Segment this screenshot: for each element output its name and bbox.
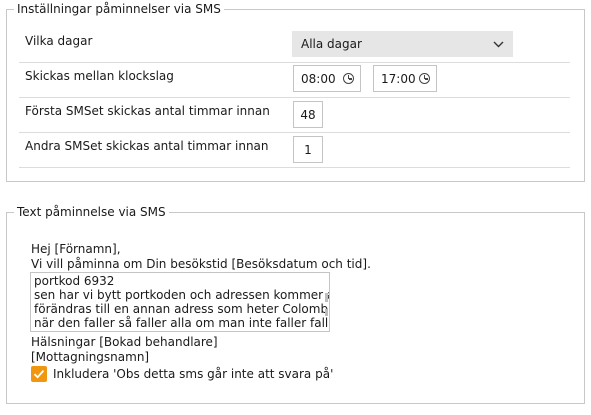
include-note-checkbox[interactable] (31, 366, 47, 382)
greeting-text: Hej [Förnamn], (31, 242, 121, 256)
sms-text-legend: Text påminnelse via SMS (14, 205, 169, 219)
time-to-value: 17:00 (381, 71, 416, 86)
clock-icon[interactable] (419, 73, 430, 84)
regards-text: Hälsningar [Bokad behandlare] (31, 335, 218, 349)
days-select[interactable]: Alla dagar (292, 31, 513, 57)
time-to-picker[interactable]: 17:00 (373, 65, 437, 92)
checkmark-icon (33, 370, 45, 379)
chevron-down-icon (493, 37, 504, 51)
row-divider (19, 167, 570, 168)
intro-text: Vi vill påminna om Din besökstid [Besöks… (31, 257, 371, 271)
scrollbar[interactable] (325, 309, 328, 316)
time-from-value: 08:00 (301, 71, 336, 86)
second-sms-label: Andra SMSet skickas antal timmar innan (25, 139, 269, 153)
scrollbar[interactable] (325, 293, 328, 302)
first-sms-hours-input[interactable]: 48 (293, 101, 323, 128)
body-line: när den faller så faller alla om man int… (34, 316, 330, 330)
sms-settings-legend: Inställningar påminnelser via SMS (14, 2, 224, 16)
time-from-picker[interactable]: 08:00 (293, 65, 361, 92)
second-sms-hours-value: 1 (304, 142, 312, 157)
days-label: Vilka dagar (25, 34, 93, 48)
body-line: förändras till en annan adress som heter… (34, 302, 329, 316)
first-sms-label: Första SMSet skickas antal timmar innan (25, 104, 270, 118)
body-line: sen har vi bytt portkoden och adressen k… (34, 288, 330, 302)
body-line: portkod 6932 (34, 274, 115, 288)
row-divider (19, 97, 570, 98)
sms-body-textarea[interactable]: portkod 6932 sen har vi bytt portkoden o… (30, 272, 330, 332)
between-label: Skickas mellan klockslag (25, 69, 174, 83)
days-select-value: Alla dagar (301, 37, 362, 51)
include-note-label[interactable]: Inkludera 'Obs detta sms går inte att sv… (53, 367, 333, 381)
row-divider (19, 62, 570, 63)
receiver-text: [Mottagningsnamn] (31, 350, 150, 364)
first-sms-hours-value: 48 (300, 107, 316, 122)
row-divider (19, 132, 570, 133)
second-sms-hours-input[interactable]: 1 (293, 136, 323, 163)
clock-icon[interactable] (343, 73, 354, 84)
